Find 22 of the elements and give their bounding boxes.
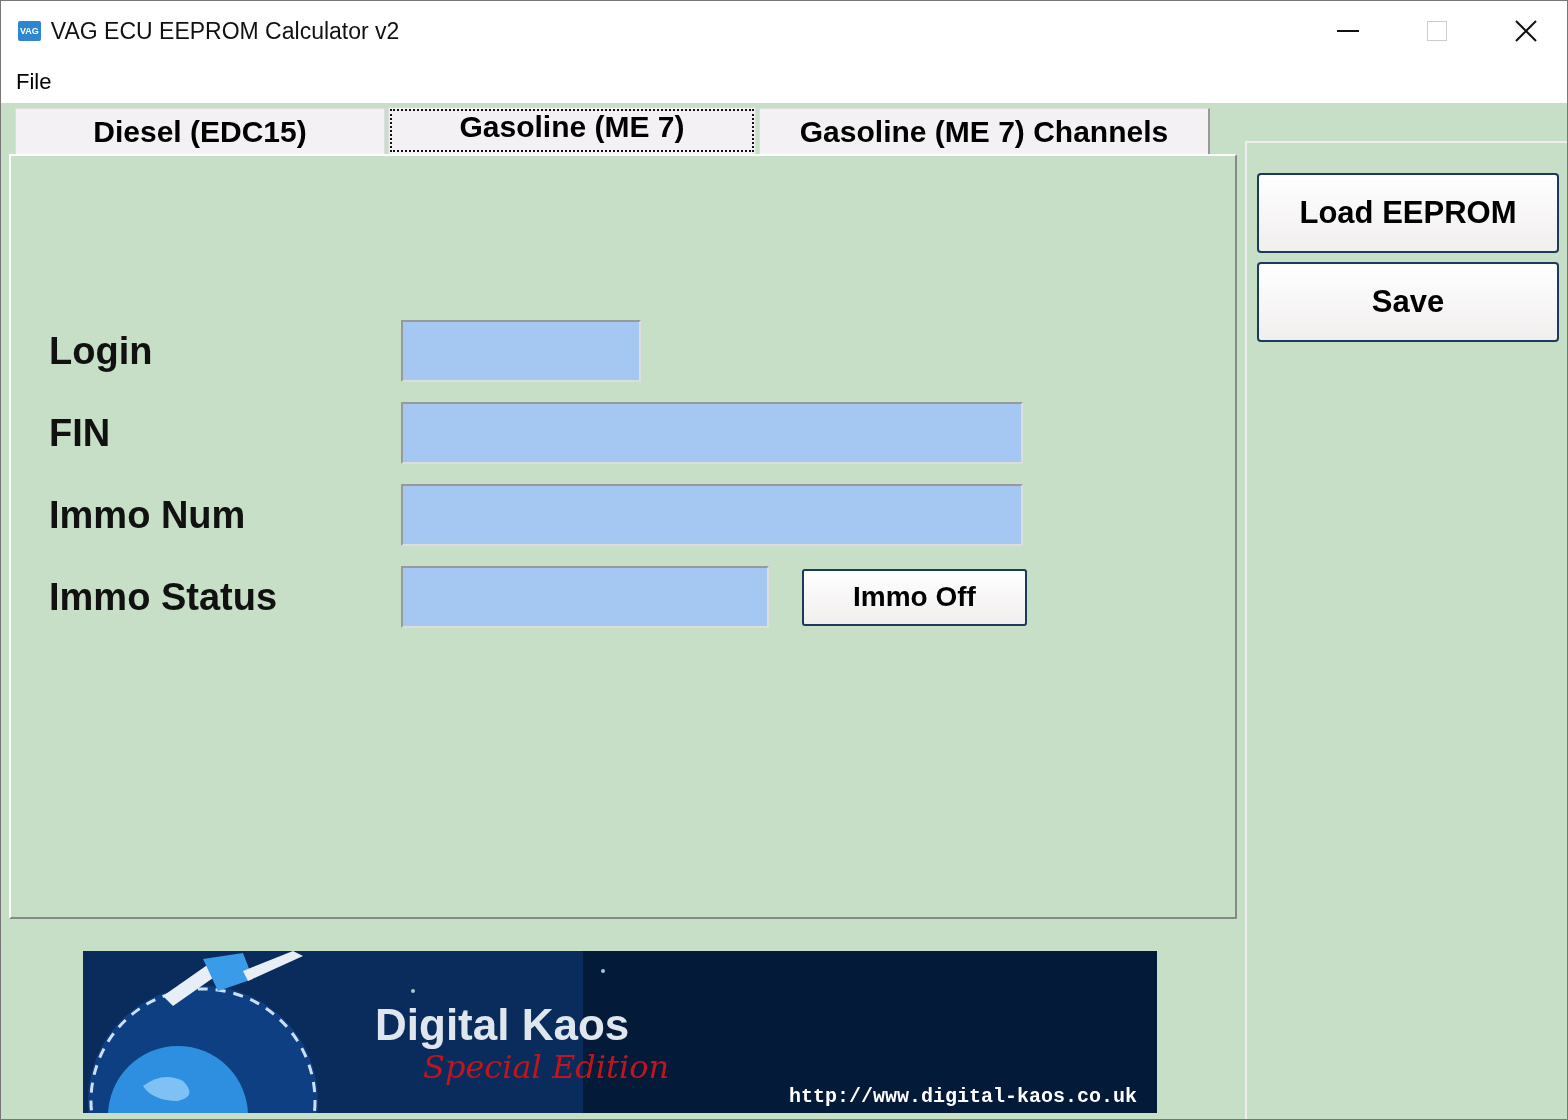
input-field[interactable]: [401, 566, 769, 628]
immo-off-button[interactable]: Immo Off: [802, 568, 1027, 626]
close-icon[interactable]: [1515, 20, 1537, 42]
field-label: Immo Num: [49, 493, 247, 537]
banner-url: http://www.digital-kaos.co.uk: [789, 1085, 1138, 1108]
field-label: Immo Status: [49, 575, 279, 619]
input-field[interactable]: [401, 320, 641, 382]
tab[interactable]: Diesel (EDC15): [15, 108, 385, 154]
app-icon: VAG: [18, 21, 41, 41]
field-label: Login: [49, 329, 154, 373]
banner-title: Digital Kaos: [375, 1003, 630, 1047]
window-title: VAG ECU EEPROM Calculator v2: [50, 17, 400, 45]
side-button[interactable]: Load EEPROM: [1257, 173, 1559, 253]
tab[interactable]: Gasoline (ME 7): [388, 107, 756, 154]
maximize-icon[interactable]: [1427, 21, 1447, 41]
field-label: FIN: [49, 411, 112, 455]
side-button[interactable]: Save: [1257, 262, 1559, 342]
banner-subtitle: Special Edition: [423, 1051, 670, 1083]
input-field[interactable]: [401, 402, 1023, 464]
input-field[interactable]: [401, 484, 1023, 546]
menu-item[interactable]: File: [16, 69, 52, 95]
tab[interactable]: Gasoline (ME 7) Channels: [759, 108, 1210, 154]
